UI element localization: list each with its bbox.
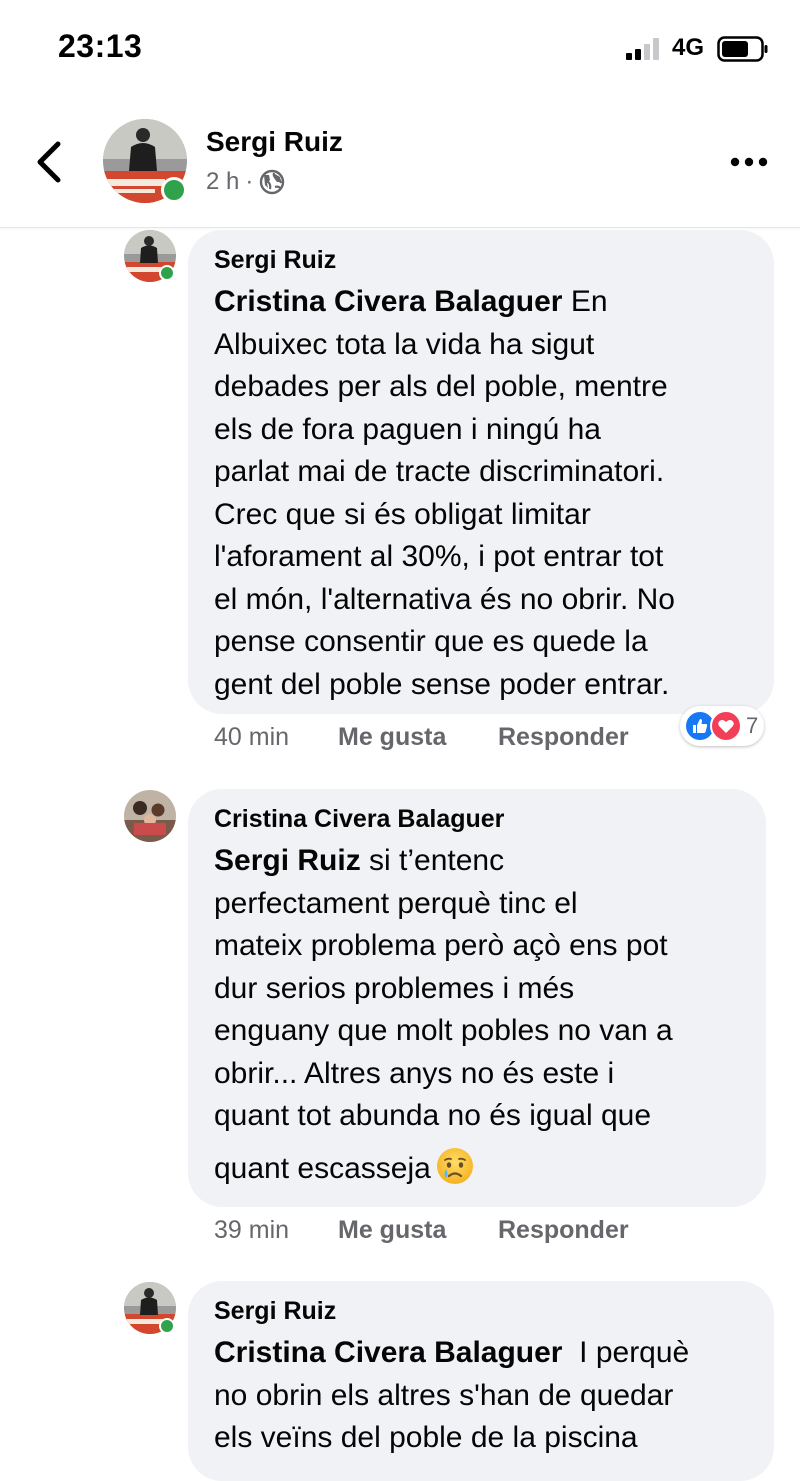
comment-author[interactable]: Cristina Civera Balaguer — [214, 805, 740, 834]
reaction-count: 7 — [746, 713, 759, 738]
post-header: Sergi Ruiz 2 h · — [0, 100, 800, 228]
mention-link[interactable]: Cristina Civera Balaguer — [214, 285, 562, 318]
status-bar: 23:13 4G — [0, 0, 800, 100]
cell-signal-icon — [626, 38, 664, 60]
love-icon — [710, 710, 742, 742]
comment-author[interactable]: Sergi Ruiz — [214, 1297, 748, 1326]
online-status-indicator — [159, 265, 175, 281]
avatar[interactable] — [124, 790, 176, 842]
post-time[interactable]: 2 h — [206, 168, 239, 196]
comment-actions: 40 min Me gusta Responder — [214, 723, 629, 752]
globe-icon — [259, 169, 285, 195]
comment-bubble[interactable]: Cristina Civera Balaguer Sergi Ruiz si t… — [188, 789, 766, 1207]
comment-text: Cristina Civera Balaguer I perquè no obr… — [214, 1336, 690, 1454]
online-status-indicator — [161, 177, 187, 203]
status-time: 23:13 — [58, 28, 143, 64]
more-options-button[interactable] — [728, 150, 770, 174]
comment-actions: 39 min Me gusta Responder — [214, 1216, 629, 1245]
post-author-name[interactable]: Sergi Ruiz — [206, 126, 343, 158]
comment-bubble[interactable]: Sergi Ruiz Cristina Civera Balaguer I pe… — [188, 1281, 774, 1481]
mention-link[interactable]: Cristina Civera Balaguer — [214, 1336, 562, 1369]
crying-face-icon — [435, 1146, 475, 1186]
comment-time[interactable]: 39 min — [214, 1216, 338, 1245]
reactions-summary[interactable]: 7 — [680, 706, 765, 746]
battery-icon — [717, 36, 769, 62]
comment-time[interactable]: 40 min — [214, 723, 338, 752]
meta-separator: · — [245, 168, 254, 195]
comment-author[interactable]: Sergi Ruiz — [214, 246, 748, 275]
post-meta: 2 h · — [206, 168, 285, 196]
reply-button[interactable]: Responder — [498, 723, 629, 752]
comment-bubble[interactable]: Sergi Ruiz Cristina Civera Balaguer En A… — [188, 230, 774, 714]
like-button[interactable]: Me gusta — [338, 723, 498, 752]
reply-button[interactable]: Responder — [498, 1216, 629, 1245]
chevron-left-icon — [37, 141, 61, 183]
mention-link[interactable]: Sergi Ruiz — [214, 844, 361, 877]
more-horizontal-icon — [730, 157, 768, 167]
like-button[interactable]: Me gusta — [338, 1216, 498, 1245]
back-button[interactable] — [28, 136, 72, 188]
comment-text: Sergi Ruiz si t’entenc perfectament perq… — [214, 844, 673, 1186]
online-status-indicator — [159, 1318, 175, 1334]
comment-text: Cristina Civera Balaguer En Albuixec tot… — [214, 285, 675, 701]
network-label: 4G — [672, 34, 705, 61]
